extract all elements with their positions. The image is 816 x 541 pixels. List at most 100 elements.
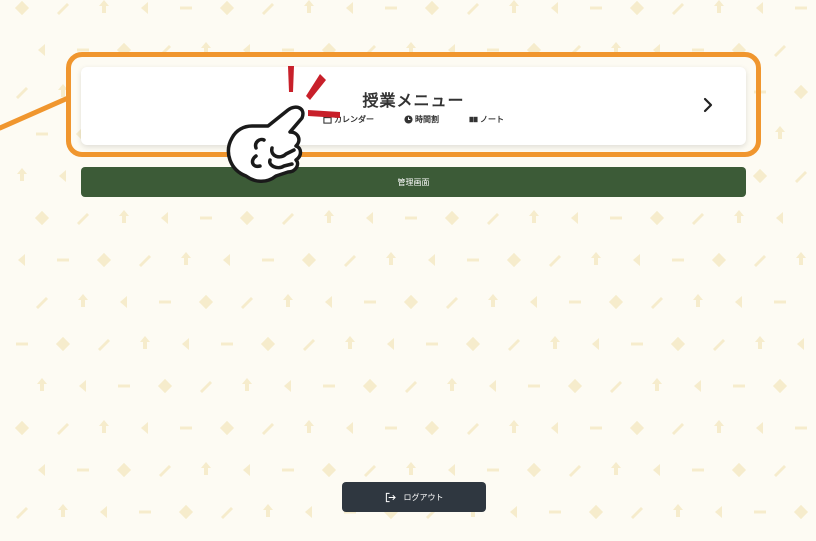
pattern-shape bbox=[610, 381, 622, 393]
pattern-shape bbox=[672, 3, 684, 15]
pattern-shape bbox=[528, 384, 540, 388]
pattern-shape bbox=[489, 380, 496, 392]
pattern-shape bbox=[161, 212, 168, 224]
pattern-shape bbox=[590, 426, 602, 430]
pattern-shape bbox=[304, 420, 314, 433]
pattern-shape bbox=[775, 126, 785, 139]
pattern-shape bbox=[549, 255, 561, 267]
calendar-icon bbox=[323, 115, 332, 124]
pattern-shape bbox=[100, 506, 107, 518]
pattern-shape bbox=[731, 42, 747, 58]
pattern-shape bbox=[529, 210, 539, 223]
pattern-shape bbox=[652, 378, 662, 391]
pattern-shape bbox=[756, 2, 763, 14]
pattern-shape bbox=[795, 171, 807, 183]
pattern-shape bbox=[774, 300, 786, 304]
pattern-shape bbox=[263, 504, 273, 517]
logout-button[interactable]: ログアウト bbox=[342, 482, 486, 512]
pattern-shape bbox=[734, 210, 744, 223]
pattern-shape bbox=[611, 42, 621, 55]
pattern-shape bbox=[608, 294, 624, 310]
pattern-shape bbox=[653, 464, 660, 476]
lesson-menu-links: カレンダー 時間割 ノート bbox=[81, 114, 746, 125]
pattern-shape bbox=[77, 468, 89, 472]
pattern-shape bbox=[692, 468, 704, 472]
pattern-shape bbox=[345, 336, 355, 349]
pattern-shape bbox=[98, 339, 110, 351]
pattern-shape bbox=[426, 342, 438, 346]
pattern-shape bbox=[672, 258, 684, 262]
pattern-shape bbox=[201, 462, 211, 475]
pattern-shape bbox=[77, 48, 89, 52]
pattern-shape bbox=[36, 132, 48, 136]
pattern-shape bbox=[424, 0, 440, 16]
pattern-shape bbox=[713, 339, 725, 351]
calendar-link[interactable]: カレンダー bbox=[323, 114, 374, 125]
pattern-shape bbox=[633, 254, 640, 266]
pattern-shape bbox=[403, 294, 419, 310]
pattern-shape bbox=[448, 44, 455, 56]
pattern-shape bbox=[57, 3, 69, 15]
pattern-shape bbox=[36, 297, 48, 309]
pattern-shape bbox=[325, 296, 332, 308]
pattern-shape bbox=[78, 294, 88, 307]
pattern-shape bbox=[219, 0, 235, 16]
pattern-shape bbox=[223, 254, 230, 266]
pattern-shape bbox=[99, 0, 109, 13]
pattern-shape bbox=[754, 255, 766, 267]
pattern-shape bbox=[487, 213, 499, 225]
pattern-shape bbox=[386, 252, 396, 265]
pattern-shape bbox=[34, 210, 50, 226]
notebook-icon bbox=[469, 116, 478, 123]
pattern-shape bbox=[219, 420, 235, 436]
pattern-shape bbox=[243, 464, 250, 476]
pattern-shape bbox=[508, 339, 520, 351]
pattern-shape bbox=[99, 420, 109, 433]
pattern-shape bbox=[17, 168, 27, 181]
pattern-shape bbox=[754, 510, 766, 514]
pattern-shape bbox=[159, 465, 171, 477]
pattern-shape bbox=[795, 426, 807, 430]
pattern-shape bbox=[119, 210, 129, 223]
pattern-shape bbox=[282, 213, 294, 225]
pattern-shape bbox=[262, 423, 274, 435]
pattern-shape bbox=[58, 84, 68, 97]
chevron-right-icon bbox=[703, 97, 713, 113]
pattern-shape bbox=[364, 45, 376, 57]
clock-icon bbox=[404, 115, 413, 124]
pattern-shape bbox=[797, 338, 804, 350]
pattern-shape bbox=[793, 504, 809, 520]
pattern-shape bbox=[181, 252, 191, 265]
notebook-link[interactable]: ノート bbox=[469, 114, 504, 125]
pattern-shape bbox=[506, 252, 522, 268]
pattern-shape bbox=[16, 507, 28, 519]
pattern-shape bbox=[467, 423, 479, 435]
pattern-shape bbox=[793, 84, 809, 100]
pattern-shape bbox=[385, 426, 397, 430]
pattern-shape bbox=[14, 420, 30, 436]
pattern-shape bbox=[141, 422, 148, 434]
pattern-shape bbox=[465, 336, 481, 352]
pattern-shape bbox=[16, 342, 28, 346]
lesson-menu-card[interactable]: 授業メニュー カレンダー 時間割 ノート bbox=[81, 67, 746, 145]
pattern-shape bbox=[38, 464, 45, 476]
pattern-shape bbox=[324, 210, 334, 223]
pattern-shape bbox=[590, 6, 602, 10]
pattern-shape bbox=[243, 44, 250, 56]
admin-button[interactable]: 管理画面 bbox=[81, 167, 746, 197]
pattern-shape bbox=[200, 216, 212, 220]
pattern-shape bbox=[262, 3, 274, 15]
pattern-shape bbox=[37, 378, 47, 391]
pattern-shape bbox=[79, 380, 86, 392]
pattern-shape bbox=[735, 296, 742, 308]
pattern-shape bbox=[592, 338, 599, 350]
pattern-shape bbox=[447, 378, 457, 391]
pattern-shape bbox=[550, 336, 560, 349]
pattern-shape bbox=[526, 462, 542, 478]
pattern-shape bbox=[733, 384, 745, 388]
pattern-shape bbox=[651, 297, 663, 309]
pattern-shape bbox=[118, 384, 130, 388]
timetable-link[interactable]: 時間割 bbox=[404, 114, 439, 125]
pattern-shape bbox=[776, 212, 783, 224]
pattern-shape bbox=[795, 6, 807, 10]
